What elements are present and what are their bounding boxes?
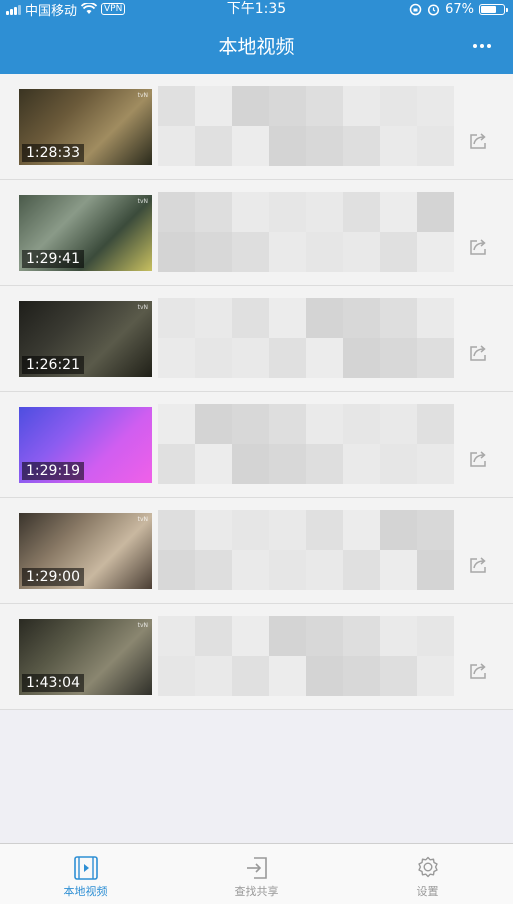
video-duration: 1:29:19 (22, 462, 84, 480)
battery-icon (479, 3, 508, 15)
channel-watermark: tvN (137, 304, 148, 311)
tab-label: 设置 (416, 885, 439, 898)
video-row[interactable]: 1:29:19 (0, 392, 513, 498)
share-icon[interactable] (469, 238, 489, 256)
blurred-title (158, 192, 470, 282)
video-thumbnail[interactable]: tvN 1:28:33 (19, 89, 152, 165)
status-right: 67% (409, 0, 508, 18)
tab-bar: 本地视频 查找共享 设置 (0, 843, 513, 904)
channel-watermark: tvN (137, 516, 148, 523)
blurred-title (158, 298, 470, 388)
share-icon[interactable] (469, 450, 489, 468)
gear-icon (417, 856, 438, 878)
blurred-title (158, 616, 470, 706)
page-title: 本地视频 (218, 36, 295, 58)
video-duration: 1:29:00 (22, 568, 84, 586)
channel-watermark: tvN (137, 622, 148, 629)
tab-find-share[interactable]: 查找共享 (171, 844, 342, 904)
video-row[interactable]: tvN 1:43:04 (0, 604, 513, 710)
blurred-title (158, 86, 470, 176)
video-list: tvN 1:28:33 tvN 1:29:41 tvN 1:26:21 1:29:19 tvN… (0, 74, 513, 710)
video-row[interactable]: tvN 1:26:21 (0, 286, 513, 392)
more-options-icon[interactable] (473, 44, 491, 48)
status-bar: 中国移动 VPN 下午1:35 67% (0, 0, 513, 19)
share-icon[interactable] (469, 556, 489, 574)
film-icon (73, 856, 98, 880)
tab-local-video[interactable]: 本地视频 (0, 844, 171, 904)
video-row[interactable]: tvN 1:28:33 (0, 74, 513, 180)
nav-bar: 本地视频 (0, 18, 513, 74)
share-icon[interactable] (469, 662, 489, 680)
video-duration: 1:29:41 (22, 250, 84, 268)
battery-percent: 67% (445, 1, 474, 17)
channel-watermark: tvN (137, 198, 148, 205)
blurred-title (158, 404, 470, 494)
video-thumbnail[interactable]: tvN 1:29:41 (19, 195, 152, 271)
video-thumbnail[interactable]: 1:29:19 (19, 407, 152, 483)
tab-settings[interactable]: 设置 (342, 844, 513, 904)
video-duration: 1:28:33 (22, 144, 84, 162)
video-thumbnail[interactable]: tvN 1:26:21 (19, 301, 152, 377)
share-icon[interactable] (469, 132, 489, 150)
tab-label: 查找共享 (234, 885, 279, 898)
video-thumbnail[interactable]: tvN 1:43:04 (19, 619, 152, 695)
share-icon[interactable] (469, 344, 489, 362)
video-row[interactable]: tvN 1:29:41 (0, 180, 513, 286)
channel-watermark: tvN (137, 92, 148, 99)
video-thumbnail[interactable]: tvN 1:29:00 (19, 513, 152, 589)
video-duration: 1:43:04 (22, 674, 84, 692)
alarm-icon (428, 3, 440, 16)
rotation-lock-icon (409, 3, 422, 15)
blurred-title (158, 510, 470, 600)
tab-label: 本地视频 (63, 885, 108, 898)
video-row[interactable]: tvN 1:29:00 (0, 498, 513, 604)
video-duration: 1:26:21 (22, 356, 84, 374)
login-arrow-icon (246, 857, 267, 879)
